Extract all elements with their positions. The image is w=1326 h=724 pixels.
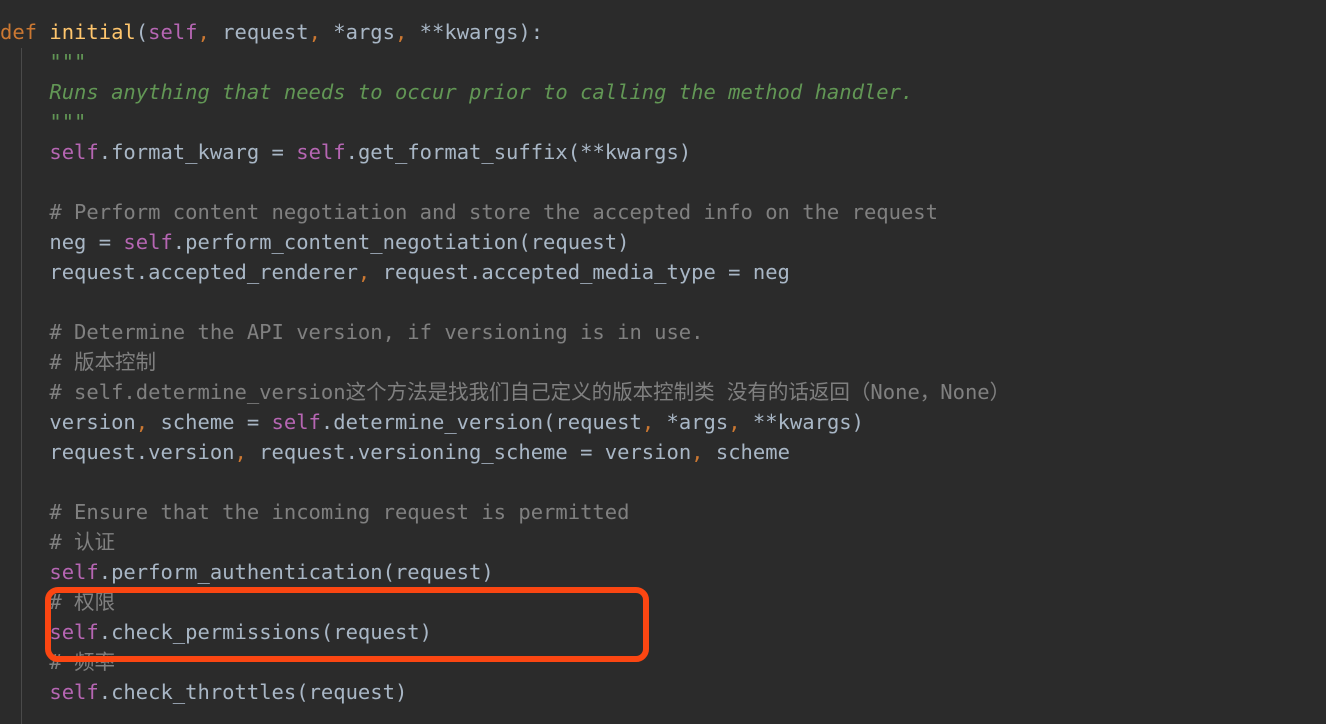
code-token-cmt: # 频率 [0, 650, 116, 674]
code-token-self: self [123, 230, 173, 254]
code-token-self: self [49, 140, 99, 164]
code-line[interactable]: neg = self.perform_content_negotiation(r… [0, 227, 1010, 257]
code-token-txt: scheme = [148, 410, 272, 434]
code-token-txt: version [0, 410, 136, 434]
code-token-cmt: # 权限 [0, 590, 116, 614]
code-token-txt: request.accepted_media_type = neg [370, 260, 790, 284]
code-token-txt: *args [654, 410, 729, 434]
code-token-cmt: # Determine the API version, if versioni… [0, 320, 704, 344]
code-token-punc: , [234, 440, 247, 464]
code-token-txt: **kwargs): [407, 20, 544, 44]
code-token-punc: , [197, 20, 210, 44]
code-token-self: self [296, 140, 346, 164]
code-token-cmt: # self.determine_version这个方法是找我们自己定义的版本控… [0, 380, 1011, 404]
code-token-punc: , [135, 410, 149, 434]
code-line[interactable]: self.check_permissions(request) [0, 617, 1010, 647]
code-token-cmt: # Perform content negotiation and store … [0, 200, 938, 224]
code-editor-pane[interactable]: def initial(self, request, *args, **kwar… [0, 0, 1326, 724]
code-line[interactable]: # 频率 [0, 647, 1010, 677]
code-line[interactable]: self.format_kwarg = self.get_format_suff… [0, 137, 1010, 167]
code-token-punc: , [308, 20, 321, 44]
code-line[interactable]: # 权限 [0, 587, 1010, 617]
code-token-punc: , [691, 440, 704, 464]
code-token-txt: .get_format_suffix(**kwargs) [345, 140, 692, 164]
code-line[interactable]: """ [0, 107, 1010, 137]
code-line[interactable]: def initial(self, request, *args, **kwar… [0, 17, 1010, 47]
code-token-txt: request [209, 20, 309, 44]
code-line[interactable]: # Perform content negotiation and store … [0, 197, 1010, 227]
code-line[interactable]: # self.determine_version这个方法是找我们自己定义的版本控… [0, 377, 1010, 407]
code-line[interactable]: request.version, request.versioning_sche… [0, 437, 1010, 467]
code-token-punc: , [357, 260, 371, 284]
code-token-self: self [49, 680, 99, 704]
code-token-txt: .perform_content_negotiation(request) [172, 230, 630, 254]
code-line[interactable]: request.accepted_renderer, request.accep… [0, 257, 1010, 287]
code-token-self: self [49, 620, 99, 644]
code-token-txt: request.versioning_scheme = version [246, 440, 692, 464]
code-line[interactable] [0, 167, 1010, 197]
code-line[interactable]: # Ensure that the incoming request is pe… [0, 497, 1010, 527]
code-line[interactable]: """ [0, 47, 1010, 77]
code-token-punc: , [728, 410, 741, 434]
code-token-self: self [49, 560, 99, 584]
source-code-block[interactable]: def initial(self, request, *args, **kwar… [0, 0, 1010, 707]
code-token-self: self [271, 410, 321, 434]
code-token-txt: .perform_authentication(request) [98, 560, 494, 584]
code-token-txt: .determine_version(request [320, 410, 642, 434]
code-line[interactable]: # 版本控制 [0, 347, 1010, 377]
code-token-txt: .check_throttles(request) [98, 680, 408, 704]
code-token-txt: .check_permissions(request) [98, 620, 432, 644]
code-token-cmt: # 认证 [0, 530, 116, 554]
code-token-docq: """ [0, 110, 87, 134]
code-line[interactable]: # Determine the API version, if versioni… [0, 317, 1010, 347]
code-token-punc: , [641, 410, 655, 434]
code-line[interactable]: Runs anything that needs to occur prior … [0, 77, 1010, 107]
code-line[interactable] [0, 287, 1010, 317]
code-token-self: self [148, 20, 198, 44]
code-token-doc: Runs anything that needs to occur prior … [0, 80, 914, 104]
code-line[interactable]: # 认证 [0, 527, 1010, 557]
code-token-txt: .format_kwarg = [98, 140, 297, 164]
code-line[interactable]: self.check_throttles(request) [0, 677, 1010, 707]
code-line[interactable] [0, 467, 1010, 497]
code-line[interactable]: version, scheme = self.determine_version… [0, 407, 1010, 437]
code-token-cmt: # 版本控制 [0, 350, 157, 374]
code-line[interactable]: self.perform_authentication(request) [0, 557, 1010, 587]
code-token-txt: scheme [703, 440, 790, 464]
code-token-fn: initial [49, 20, 136, 44]
code-token-txt: *args [320, 20, 395, 44]
code-token-txt: request.accepted_renderer [0, 260, 358, 284]
code-token-txt: ( [135, 20, 149, 44]
code-token-punc: , [395, 20, 408, 44]
code-token-txt: neg = [0, 230, 124, 254]
code-token-docq: """ [0, 50, 87, 74]
code-token-txt: request.version [0, 440, 235, 464]
code-token-kw: def [0, 20, 38, 44]
code-token-cmt: # Ensure that the incoming request is pe… [0, 500, 630, 524]
code-token-txt: **kwargs) [740, 410, 864, 434]
